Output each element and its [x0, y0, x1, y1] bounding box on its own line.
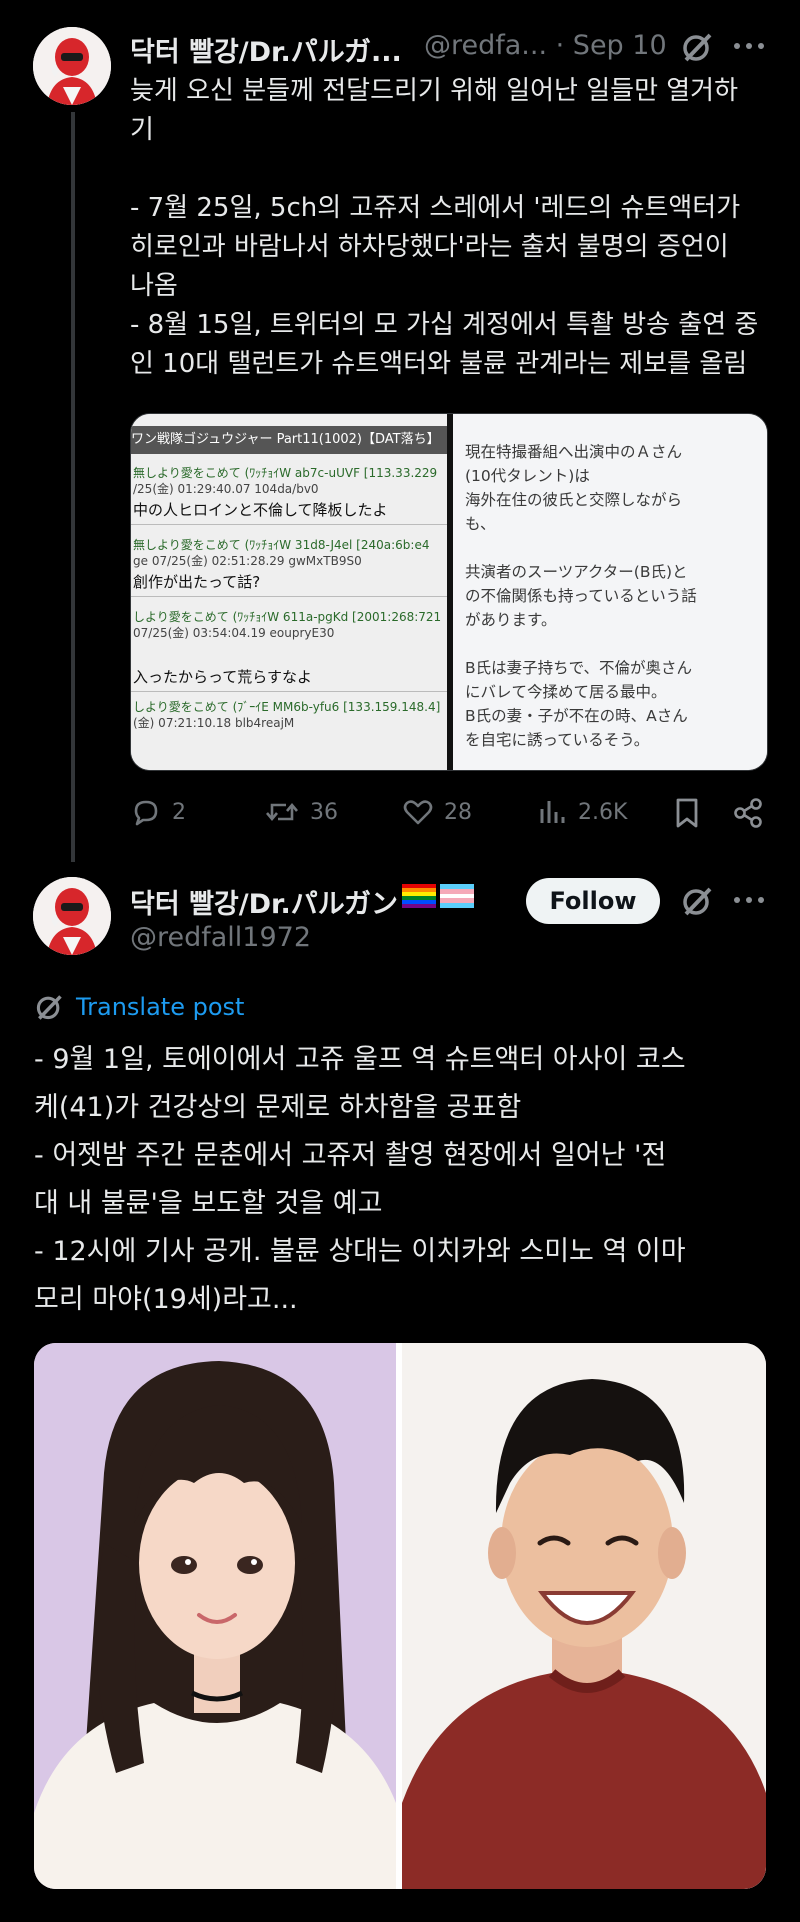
- post-meta: 無しより愛をこめて (ﾜｯﾁｮｲW 31d8-J4el [240a:6b:e4: [133, 538, 430, 552]
- avatar-image: [33, 877, 111, 955]
- thread-header: ワン戦隊ゴジュウジャー Part11(1002)【DAT落ち】: [131, 426, 447, 454]
- follow-button[interactable]: Follow: [526, 878, 660, 924]
- translate-label: Translate post: [76, 993, 245, 1021]
- bookmark-icon[interactable]: [674, 797, 700, 833]
- like-count: 28: [444, 799, 472, 825]
- avatar-image: [33, 27, 111, 105]
- translate-icon: [36, 995, 62, 1020]
- media-right-screenshot: 現在特撮番組へ出演中のＡさん (10代タレント)は 海外在住の彼氏と交際しながら…: [453, 414, 767, 770]
- post-text: - 9월 1일, 토에이에서 고쥬 울프 역 슈트액터 아사이 코스 케(41)…: [34, 1044, 686, 1315]
- post-body: 入ったからって荒らすなよ: [133, 668, 312, 686]
- post-meta: 無しより愛をこめて (ﾜｯﾁｮｲW ab7c-uUVF [113.33.229: [133, 466, 438, 480]
- repost-icon: [266, 802, 298, 822]
- media-left-screenshot: ワン戦隊ゴジュウジャー Part11(1002)【DAT落ち】 無しより愛をこめ…: [131, 414, 447, 770]
- views-count: 2.6K: [578, 799, 628, 825]
- reply-icon: [134, 800, 158, 826]
- grok-icon[interactable]: [680, 884, 714, 922]
- views-icon: [540, 801, 565, 823]
- reply-button[interactable]: 2: [130, 796, 186, 828]
- post-meta: (金) 07:21:10.18 blb4reajM: [133, 716, 295, 730]
- photo-woman: [34, 1343, 396, 1889]
- translate-post-link[interactable]: Translate post: [34, 992, 244, 1022]
- handle-and-time[interactable]: @redfa... · Sep 10: [424, 30, 667, 61]
- photo-man: [402, 1343, 766, 1889]
- rainbow-flag-icon: [402, 884, 436, 912]
- post-meta: 07/25(金) 03:54:04.19 eoupryE30: [133, 626, 335, 640]
- share-icon[interactable]: [732, 797, 764, 833]
- reply-count: 2: [172, 799, 186, 825]
- post-text: 늦게 오신 분들께 전달드리기 위해 일어난 일들만 열거하 기 - 7월 25…: [130, 76, 759, 379]
- like-icon: [403, 800, 433, 825]
- grok-icon[interactable]: [680, 30, 714, 68]
- repost-button[interactable]: 36: [264, 796, 338, 828]
- divider: [131, 596, 447, 597]
- post-media[interactable]: [34, 1343, 766, 1889]
- display-name[interactable]: 닥터 빨강/Dr.パルガン: [130, 882, 398, 921]
- more-icon[interactable]: [733, 34, 765, 62]
- like-button[interactable]: 28: [402, 796, 472, 828]
- handle[interactable]: @redfall1972: [130, 922, 311, 953]
- divider: [131, 524, 447, 525]
- post-meta: /25(金) 01:29:40.07 104da/bv0: [133, 482, 319, 496]
- views-button[interactable]: 2.6K: [538, 796, 627, 828]
- post-body: 中の人ヒロインと不倫して降板したよ: [133, 501, 388, 519]
- thread-line: [71, 112, 75, 862]
- avatar[interactable]: [33, 27, 111, 105]
- post-meta: しより愛をこめて (ﾌﾞｰｲE MM6b-yfu6 [133.159.148.4…: [133, 700, 441, 714]
- post-meta: しより愛をこめて (ﾜｯﾁｮｲW 611a-pgKd [2001:268:721: [133, 610, 442, 624]
- post-media[interactable]: ワン戦隊ゴジュウジャー Part11(1002)【DAT落ち】 無しより愛をこめ…: [130, 413, 768, 771]
- post-body: 創作が出たって話?: [133, 573, 261, 591]
- trans-flag-icon: [440, 884, 474, 912]
- divider: [131, 691, 447, 692]
- avatar[interactable]: [33, 877, 111, 955]
- repost-count: 36: [310, 799, 338, 825]
- more-icon[interactable]: [733, 888, 765, 916]
- post-meta: ge 07/25(金) 02:51:28.29 gwMxTB9S0: [133, 554, 362, 568]
- display-name[interactable]: 닥터 빨강/Dr.パルガ...: [130, 30, 402, 69]
